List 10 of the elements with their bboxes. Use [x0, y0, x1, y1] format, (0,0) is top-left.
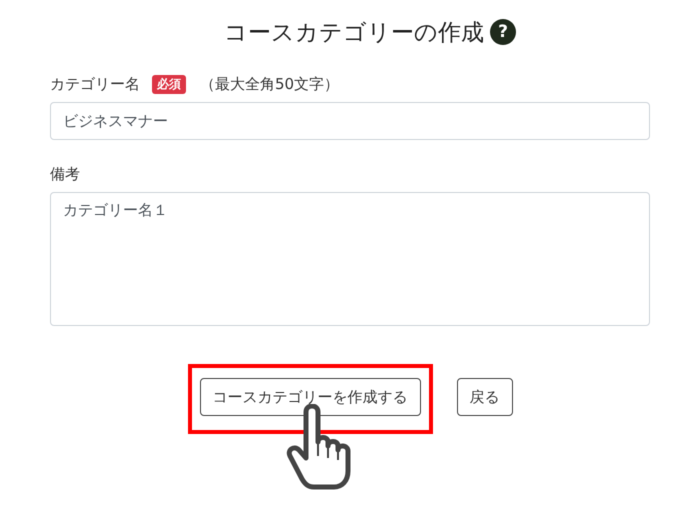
- textarea-field[interactable]: カテゴリー名１: [50, 192, 650, 326]
- action-button[interactable]: 戻る: [456, 378, 512, 416]
- action-button[interactable]: コースカテゴリーを作成する: [200, 378, 420, 416]
- field-label: 備考: [50, 164, 80, 184]
- required-badge: 必須: [152, 74, 186, 94]
- hint-text: （最大全角50文字）: [200, 74, 340, 94]
- page-title: コースカテゴリーの作成: [223, 18, 484, 48]
- input-field[interactable]: ビジネスマナー: [50, 102, 650, 140]
- help-icon[interactable]: ?: [490, 19, 516, 45]
- field-label: カテゴリー名: [50, 74, 140, 94]
